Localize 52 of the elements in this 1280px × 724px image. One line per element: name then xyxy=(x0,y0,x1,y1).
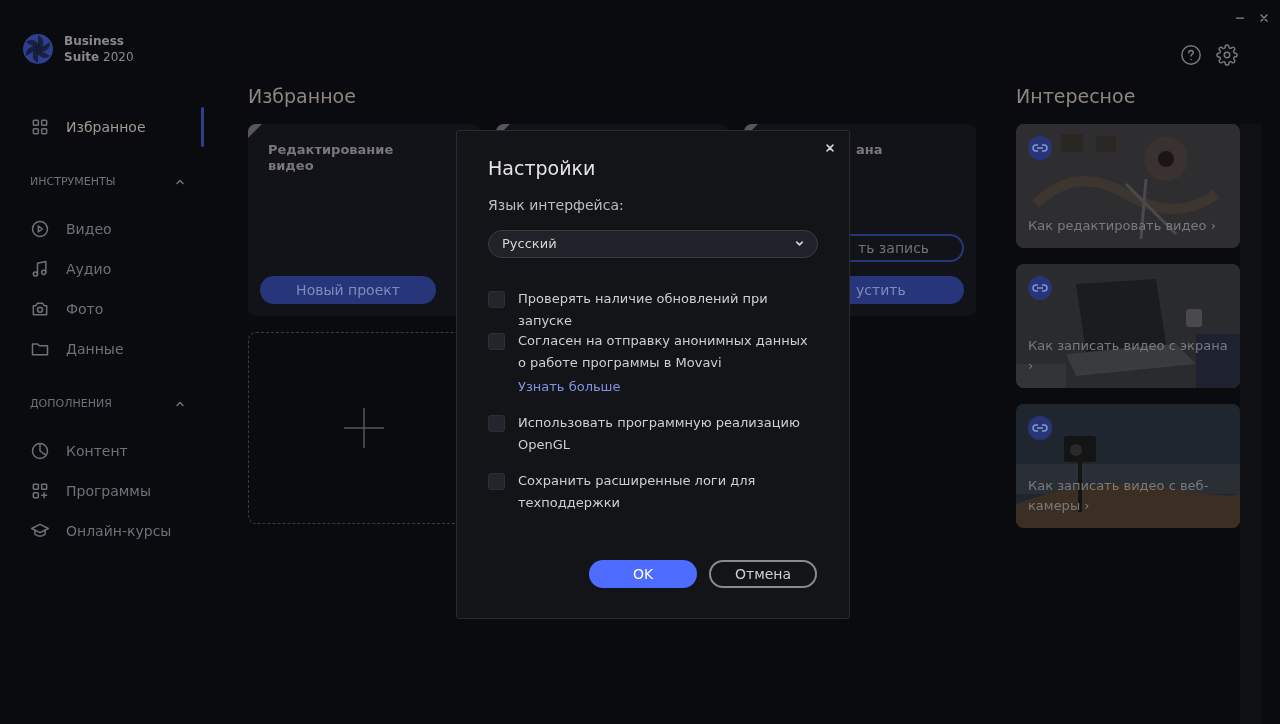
sidebar-item[interactable]: Аудио xyxy=(66,258,112,280)
logo-subtitle: Suite 2020 xyxy=(64,49,134,65)
section-title: ДОПОЛНЕНИЯ xyxy=(30,395,112,412)
logo-icon xyxy=(22,33,54,65)
checkbox[interactable] xyxy=(488,415,505,432)
plus-icon xyxy=(344,408,384,448)
option-label: Сохранить расширенные логи для техподдержки xyxy=(518,472,757,512)
article-card[interactable]: Как редактировать видео › xyxy=(1016,124,1240,248)
article-title: Как записать видео с веб-камеры › xyxy=(1028,477,1210,515)
grid-icon xyxy=(30,117,50,137)
sidebar-item[interactable]: Избранное xyxy=(66,116,146,138)
link-icon xyxy=(1028,276,1052,300)
sidebar-item[interactable]: Программы xyxy=(66,480,151,502)
learn-more-link[interactable]: Узнать больше xyxy=(518,376,818,396)
pie-chart-icon xyxy=(30,441,50,461)
language-select[interactable]: Русский xyxy=(488,229,818,258)
chevron-down-icon xyxy=(794,238,805,249)
logo-title: Business xyxy=(64,33,125,49)
language-label: Язык интерфейса: xyxy=(488,195,625,215)
card-title: ана xyxy=(856,142,884,158)
sidebar-item[interactable]: Видео xyxy=(66,218,112,240)
checkbox[interactable] xyxy=(488,290,505,308)
link-icon xyxy=(1028,136,1052,160)
article-title: Как редактировать видео › xyxy=(1028,217,1217,235)
section-title: ИНСТРУМЕНТЫ xyxy=(30,173,116,190)
checkbox[interactable] xyxy=(488,332,505,350)
section-heading: Избранное xyxy=(248,84,357,109)
card-button[interactable]: Новый проект xyxy=(260,276,436,304)
card-title: Редактирование видео xyxy=(268,142,395,174)
dialog-title: Настройки xyxy=(488,156,597,181)
close-icon[interactable] xyxy=(825,143,835,153)
option-label: Согласен на отправку анонимных данных о работе программы в Movavi xyxy=(518,331,809,372)
article-card[interactable]: Как записать видео с веб-камеры › xyxy=(1016,404,1240,528)
link-icon xyxy=(1028,416,1052,440)
section-heading: Интересное xyxy=(1016,84,1137,109)
checkbox[interactable] xyxy=(488,473,505,490)
sidebar-item[interactable]: Контент xyxy=(66,440,128,462)
camera-icon xyxy=(30,299,50,319)
option-label: Использовать программную реализацию OpenGL xyxy=(518,414,801,454)
play-icon xyxy=(30,219,50,239)
close-icon[interactable] xyxy=(1258,12,1270,24)
cancel-button[interactable]: Отмена xyxy=(709,560,817,588)
sidebar-item[interactable]: Данные xyxy=(66,338,124,360)
settings-icon[interactable] xyxy=(1216,44,1238,66)
help-icon[interactable] xyxy=(1180,44,1202,66)
ok-button[interactable]: OK xyxy=(589,560,697,588)
article-card[interactable]: Как записать видео с экрана › xyxy=(1016,264,1240,388)
article-title: Как записать видео с экрана › xyxy=(1028,337,1228,375)
music-note-icon xyxy=(30,259,50,279)
sidebar-item[interactable]: Онлайн-курсы xyxy=(66,520,172,542)
apps-add-icon xyxy=(30,481,50,501)
sidebar-item[interactable]: Фото xyxy=(66,298,104,320)
